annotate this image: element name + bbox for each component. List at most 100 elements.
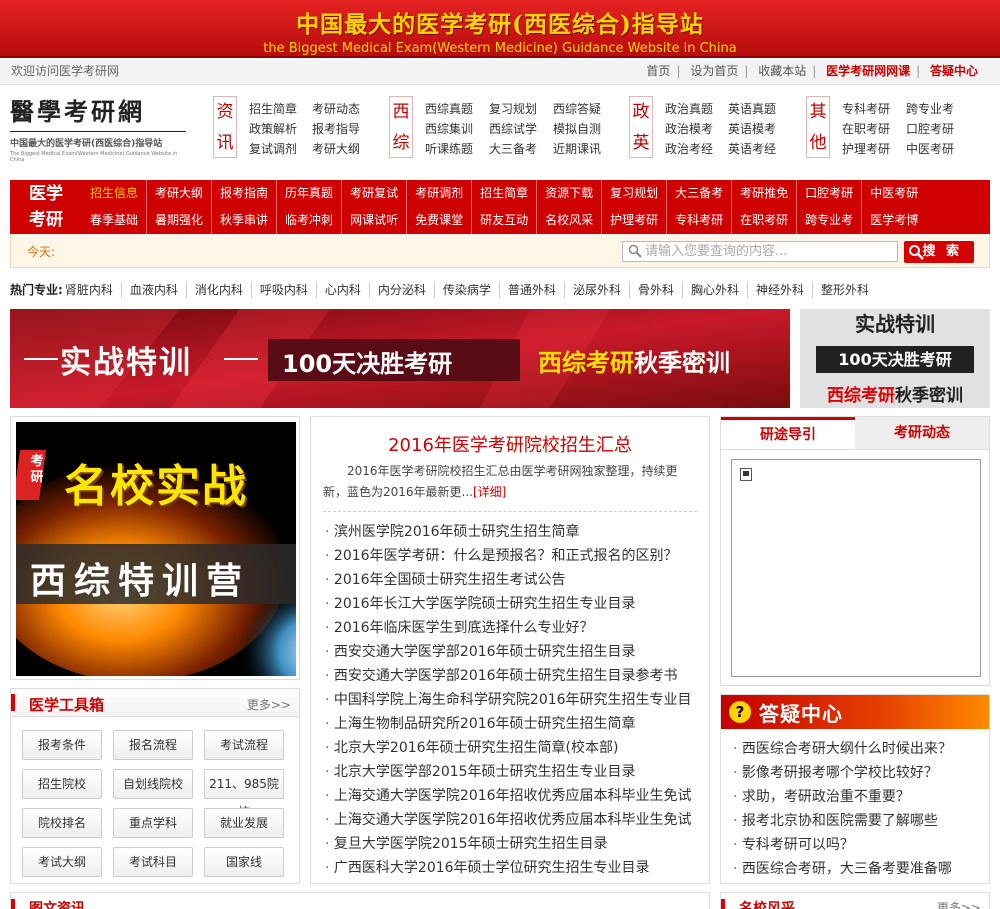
nav-item[interactable]: 考研调剂: [406, 180, 471, 207]
category-link[interactable]: 护理考研: [842, 139, 906, 159]
tool-button[interactable]: 报考条件: [22, 730, 102, 760]
online-course-link[interactable]: 医学考研网网课: [820, 64, 916, 78]
category-link[interactable]: 西综真题: [425, 99, 489, 119]
nav-item[interactable]: 在职考研: [731, 207, 796, 234]
tool-button[interactable]: 自划线院校: [113, 769, 193, 799]
nav-item[interactable]: 名校风采: [536, 207, 601, 234]
detail-link[interactable]: [详细]: [473, 485, 506, 499]
news-item[interactable]: 2016年长江大学医学院硕士研究生招生专业目录: [325, 592, 692, 616]
site-logo[interactable]: 醫學考研網 中国最大的医学考研(西医综合)指导站 The Biggest Med…: [10, 92, 186, 163]
category-link[interactable]: 招生简章: [249, 99, 312, 119]
nav-item[interactable]: 口腔考研: [796, 180, 861, 207]
category-link[interactable]: 考研动态: [312, 99, 375, 119]
news-item[interactable]: 2016年医学考研：什么是预报名？和正式报名的区别？: [325, 544, 692, 568]
category-link[interactable]: 考研大纲: [312, 139, 375, 159]
banner-ad[interactable]: 实战特训 100天决胜考研 西综考研秋季密训: [10, 309, 790, 408]
hot-specialty-link[interactable]: 泌尿外科: [563, 282, 629, 298]
tool-button[interactable]: 院校排名: [22, 808, 102, 838]
banner-ad-small[interactable]: 实战特训 100天决胜考研 西综考研秋季密训: [800, 309, 990, 408]
nav-item[interactable]: 考研推免: [731, 180, 796, 207]
hot-specialty-link[interactable]: 骨外科: [628, 282, 682, 298]
nav-item[interactable]: 历年真题: [276, 180, 341, 207]
category-link[interactable]: 西综集训: [425, 119, 489, 139]
nav-item[interactable]: 春季基础: [82, 207, 146, 234]
nav-item[interactable]: 复习规划: [601, 180, 666, 207]
tool-button[interactable]: 重点学科: [113, 808, 193, 838]
nav-item[interactable]: 免费课堂: [406, 207, 471, 234]
hot-specialty-link[interactable]: 肾脏内科: [63, 282, 121, 298]
qa-item[interactable]: 报考北京协和医院需要了解哪些: [733, 809, 952, 833]
category-link[interactable]: 在职考研: [842, 119, 906, 139]
tab-study-guide[interactable]: 研途导引: [721, 417, 855, 449]
nav-item[interactable]: 网课试听: [341, 207, 406, 234]
news-item[interactable]: 上海交通大学医学院2016年招收优秀应届本科毕业生免试: [325, 784, 692, 808]
hot-specialty-link[interactable]: 心内科: [315, 282, 369, 298]
category-link[interactable]: 近期课讯: [553, 139, 617, 159]
category-link[interactable]: 中医考研: [906, 139, 970, 159]
tool-button[interactable]: 考试科目: [113, 847, 193, 877]
qa-item[interactable]: 西医综合考研，大三备考要准备哪: [733, 857, 952, 881]
qa-item[interactable]: 影像考研报考哪个学校比较好？: [733, 761, 952, 785]
hot-specialty-link[interactable]: 普通外科: [498, 282, 564, 298]
news-item[interactable]: 广西医科大学2016年硕士学位研究生招生专业目录: [325, 856, 692, 880]
promo-image[interactable]: 考研 名校实战 西综特训营: [16, 422, 296, 676]
nav-item[interactable]: 中医考研: [861, 180, 926, 207]
category-link[interactable]: 西综答疑: [553, 99, 617, 119]
news-item[interactable]: 北京大学2016年硕士研究生招生简章(校本部): [325, 736, 692, 760]
hot-specialty-link[interactable]: 血液内科: [120, 282, 186, 298]
category-link[interactable]: 英语考经: [728, 139, 791, 159]
hot-specialty-link[interactable]: 整形外科: [812, 282, 877, 298]
hot-specialty-link[interactable]: 神经外科: [746, 282, 812, 298]
category-link[interactable]: 政治真题: [665, 99, 728, 119]
nav-item[interactable]: 医学考博: [861, 207, 926, 234]
nav-item[interactable]: 研友互动: [471, 207, 536, 234]
tool-button[interactable]: 考试流程: [204, 730, 284, 760]
category-link[interactable]: 口腔考研: [906, 119, 970, 139]
nav-item[interactable]: 考研复试: [341, 180, 406, 207]
category-link[interactable]: 英语模考: [728, 119, 791, 139]
news-item[interactable]: 上海生物制品研究所2016年硕士研究生招生简章: [325, 712, 692, 736]
category-link[interactable]: 报考指导: [312, 119, 375, 139]
search-button[interactable]: 搜 索: [904, 241, 974, 263]
nav-item[interactable]: 秋季串讲: [211, 207, 276, 234]
news-item[interactable]: 中国科学院上海生命科学研究院2016年研究生招生专业目: [325, 688, 692, 712]
nav-item[interactable]: 招生信息: [82, 180, 146, 207]
news-item[interactable]: 上海交通大学医学院2016年招收优秀应届本科毕业生免试: [325, 808, 692, 832]
home-link[interactable]: 首页: [640, 64, 676, 78]
nav-item[interactable]: 大三备考: [666, 180, 731, 207]
nav-item[interactable]: 招生简章: [471, 180, 536, 207]
hot-specialty-link[interactable]: 呼吸内科: [250, 282, 316, 298]
news-item[interactable]: 西安交通大学医学部2016年硕士研究生招生目录: [325, 640, 692, 664]
nav-item[interactable]: 资源下载: [536, 180, 601, 207]
category-link[interactable]: 政治考经: [665, 139, 728, 159]
category-link[interactable]: 政治模考: [665, 119, 728, 139]
nav-item[interactable]: 报考指南: [211, 180, 276, 207]
category-link[interactable]: 政策解析: [249, 119, 312, 139]
category-link[interactable]: 西综试学: [489, 119, 553, 139]
category-link[interactable]: 听课练题: [425, 139, 489, 159]
nav-item[interactable]: 跨专业考: [796, 207, 861, 234]
nav-item[interactable]: 临考冲刺: [276, 207, 341, 234]
news-item[interactable]: 复旦大学医学院2015年硕士研究生招生目录: [325, 832, 692, 856]
news-item[interactable]: 北京大学医学部2015年硕士研究生招生专业目录: [325, 760, 692, 784]
category-link[interactable]: 专科考研: [842, 99, 906, 119]
nav-item[interactable]: 专科考研: [666, 207, 731, 234]
category-link[interactable]: 英语真题: [728, 99, 791, 119]
category-link[interactable]: 跨专业考: [906, 99, 970, 119]
headline-link[interactable]: 2016年医学考研院校招生汇总: [311, 431, 709, 457]
news-item[interactable]: 2016年全国硕士研究生招生考试公告: [325, 568, 692, 592]
tool-button[interactable]: 211、985院校: [204, 769, 284, 819]
hot-specialty-link[interactable]: 消化内科: [185, 282, 251, 298]
qa-item[interactable]: 西医综合考研大纲什么时候出来？: [733, 737, 952, 761]
qa-item[interactable]: 专科考研可以吗？: [733, 833, 952, 857]
category-link[interactable]: 复习规划: [489, 99, 553, 119]
hot-specialty-link[interactable]: 胸心外科: [681, 282, 747, 298]
nav-item[interactable]: 暑期强化: [146, 207, 211, 234]
bookmark-link[interactable]: 收藏本站: [752, 64, 812, 78]
news-item[interactable]: 2016年临床医学生到底选择什么专业好？: [325, 616, 692, 640]
category-link[interactable]: 复试调剂: [249, 139, 312, 159]
set-homepage-link[interactable]: 设为首页: [684, 64, 744, 78]
category-link[interactable]: 模拟自测: [553, 119, 617, 139]
hot-specialty-link[interactable]: 内分泌科: [368, 282, 434, 298]
section-more-link[interactable]: 更多>>: [937, 899, 981, 909]
